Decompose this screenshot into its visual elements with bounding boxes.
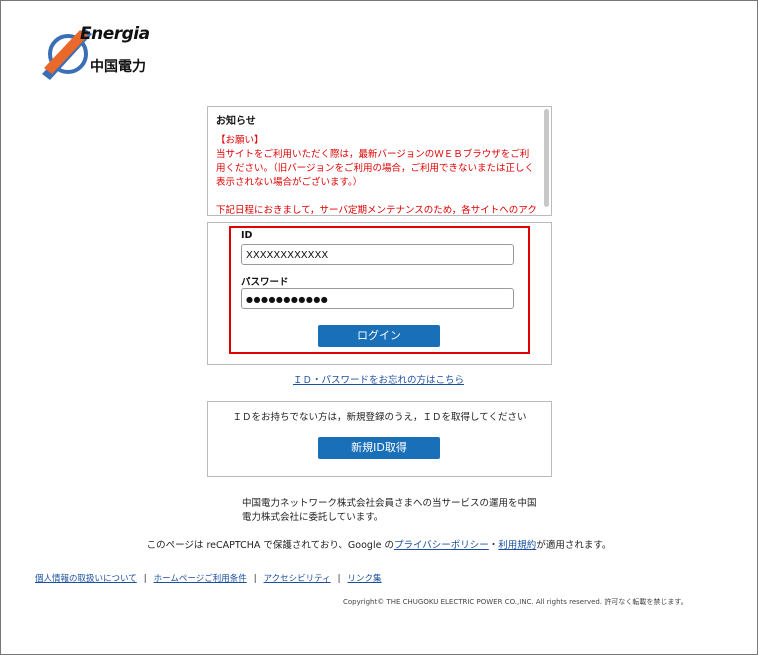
recaptcha-prefix: このページは reCAPTCHA で保護されており、Google の xyxy=(146,540,394,551)
footer-link-accessibility[interactable]: アクセシビリティ xyxy=(264,574,331,584)
footer-link-links[interactable]: リンク集 xyxy=(348,574,382,584)
logo-wordmark: Energia xyxy=(80,24,150,44)
footer-link-privacy[interactable]: 個人情報の取扱いについて xyxy=(35,574,137,584)
password-input[interactable]: ●●●●●●●●●●● xyxy=(241,288,514,309)
register-text: ＩＤをお持ちでない方は，新規登録のうえ，ＩＤを取得してください xyxy=(232,412,527,423)
id-input[interactable]: XXXXXXXXXXXX xyxy=(241,244,514,265)
footer-separator: | xyxy=(337,574,341,584)
copyright: Copyright© THE CHUGOKU ELECTRIC POWER CO… xyxy=(343,598,688,606)
privacy-policy-link[interactable]: プライバシーポリシー xyxy=(394,540,489,551)
password-label: パスワード xyxy=(241,277,289,288)
notice-scrollbar[interactable] xyxy=(544,109,549,207)
register-button[interactable]: 新規ID取得 xyxy=(318,437,440,459)
notice-title: お知らせ xyxy=(216,116,256,127)
notice-panel[interactable]: お知らせ 【お願い】 当サイトをご利用いただく際は，最新バージョンのＷＥＢブラウ… xyxy=(207,106,552,216)
id-label: ID xyxy=(241,230,253,241)
footer-links: 個人情報の取扱いについて | ホームページご利用条件 | アクセシビリティ | リンク集 xyxy=(35,572,382,584)
middot: ・ xyxy=(488,540,499,551)
consignment-note: 中国電力ネットワーク株式会社会員さまへの当サービスの運用を中国 電力株式会社に委… xyxy=(242,498,537,523)
footer-link-terms[interactable]: ホームページご利用条件 xyxy=(154,574,247,584)
login-button[interactable]: ログイン xyxy=(318,325,440,347)
forgot-password-link[interactable]: ＩＤ・パスワードをお忘れの方はこちら xyxy=(207,372,550,386)
footer-separator: | xyxy=(253,574,257,584)
terms-link[interactable]: 利用規約 xyxy=(498,540,536,551)
notice-body: 【お願い】 当サイトをご利用いただく際は，最新バージョンのＷＥＢブラウザをご利用… xyxy=(216,135,537,216)
footer-separator: | xyxy=(143,574,147,584)
recaptcha-suffix: が適用されます。 xyxy=(536,540,612,551)
recaptcha-note: このページは reCAPTCHA で保護されており、Google のプライバシー… xyxy=(0,537,758,551)
logo-company-name: 中国電力 xyxy=(90,59,146,75)
energia-logo: Energia 中国電力 xyxy=(42,24,152,80)
